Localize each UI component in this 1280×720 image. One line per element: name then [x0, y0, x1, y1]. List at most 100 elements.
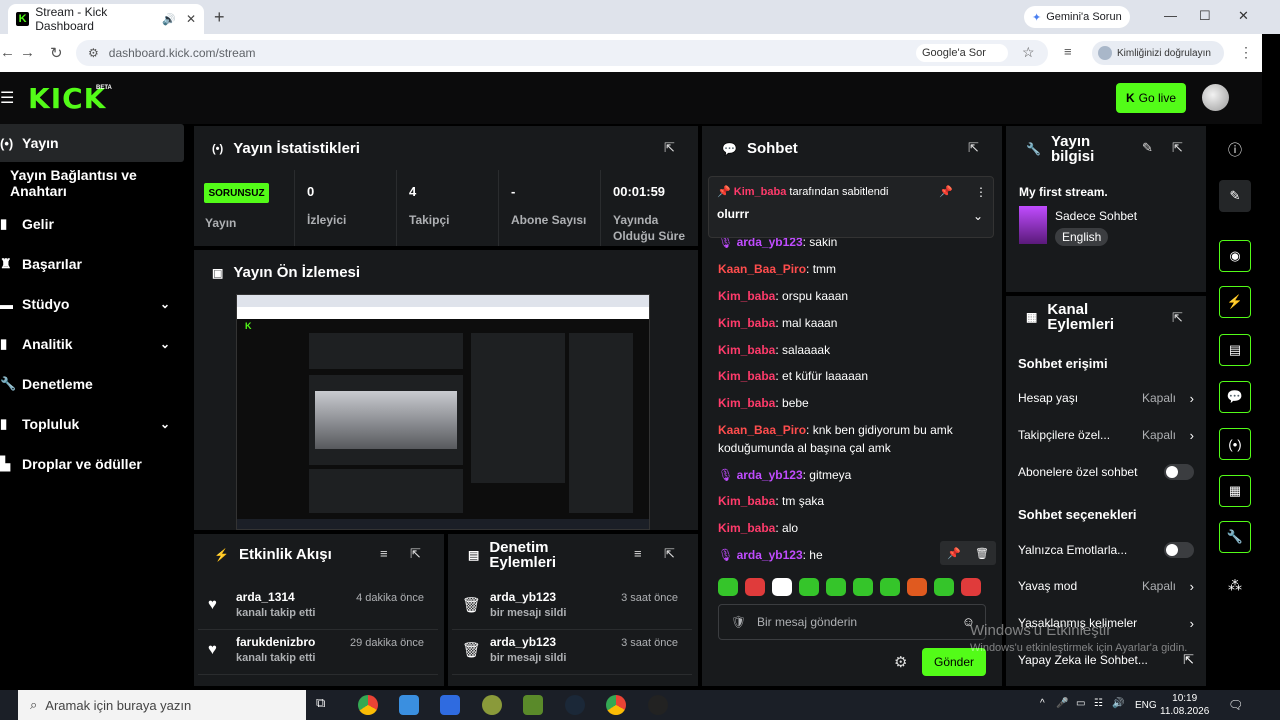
trash-icon[interactable]: 🗑 — [975, 547, 989, 560]
volume-icon[interactable]: 🔊 — [1112, 698, 1124, 709]
chat-username[interactable]: Kaan_Baa_Piro — [718, 262, 806, 276]
chat-username[interactable]: Kim_baba — [718, 289, 775, 303]
stream-preview-video[interactable]: K — [236, 294, 650, 530]
sidebar-item-basarilar[interactable]: ♜ Başarılar — [0, 245, 184, 283]
sidebar-item-stream-key[interactable]: Yayın Bağlantısı ve Anahtarı — [0, 164, 184, 202]
obs-icon[interactable] — [648, 695, 668, 715]
emote-icon[interactable] — [907, 578, 927, 596]
activity-user[interactable]: arda_1314 — [236, 590, 295, 604]
apps-icon[interactable]: ⁂ — [1228, 577, 1242, 594]
bookmark-star-icon[interactable]: ☆ — [1022, 44, 1035, 61]
gemini-button[interactable]: ✦ Gemini'a Sorun — [1024, 6, 1130, 28]
language-indicator[interactable]: ENG — [1135, 700, 1157, 711]
edit-layout-pencil-icon[interactable]: ✎ — [1219, 180, 1251, 212]
followers-only-row[interactable]: Takipçilere özel... Kapalı › — [1018, 427, 1194, 443]
channel-icon[interactable]: ▦ — [1219, 475, 1251, 507]
camera-icon[interactable]: ◉ — [1219, 240, 1251, 272]
chat-bubble-icon[interactable]: 💬 — [1219, 381, 1251, 413]
sidebar-item-gelir[interactable]: ▮ Gelir — [0, 205, 184, 243]
expand-icon[interactable]: ⇱ — [410, 546, 421, 562]
sidebar-item-studyo[interactable]: ▬ Stüdyo ⌄ — [0, 285, 184, 323]
site-info-icon[interactable]: ⚙ — [88, 46, 99, 60]
steam-icon[interactable] — [565, 695, 585, 715]
info-icon[interactable]: ⓘ — [1228, 140, 1242, 160]
app-icon[interactable] — [482, 695, 502, 715]
pinned-by-user[interactable]: Kim_baba — [734, 186, 787, 198]
chat-username[interactable]: Kaan_Baa_Piro — [718, 423, 806, 437]
hamburger-menu-icon[interactable]: ☰ — [0, 88, 14, 108]
maximize-button[interactable]: ☐ — [1199, 8, 1211, 24]
chat-username[interactable]: arda_yb123 — [737, 548, 803, 562]
start-icon[interactable] — [0, 696, 14, 710]
notifications-icon[interactable]: 🗨 — [1228, 698, 1243, 712]
emote-icon[interactable] — [826, 578, 846, 596]
close-tab-icon[interactable]: ✕ — [186, 12, 196, 26]
close-window-button[interactable]: ✕ — [1238, 8, 1249, 24]
chat-username[interactable]: Kim_baba — [718, 316, 775, 330]
emote-icon[interactable] — [718, 578, 738, 596]
ai-chat-row[interactable]: Yapay Zeka ile Sohbet... ⇱ — [1018, 652, 1194, 668]
google-lens-button[interactable]: Google'a Sor — [916, 44, 1008, 62]
media-control-icon[interactable]: ≡ — [1064, 44, 1072, 59]
network-icon[interactable]: ☷ — [1094, 698, 1103, 709]
taskbar-search[interactable]: ⌕ Aramak için buraya yazın — [18, 690, 306, 720]
reload-icon[interactable]: ↻ — [50, 44, 63, 62]
unpin-icon[interactable]: 📌 — [939, 185, 953, 198]
expand-icon[interactable]: ⇱ — [968, 140, 979, 156]
kick-logo[interactable]: KICK — [28, 82, 106, 115]
minimize-button[interactable]: — — [1164, 8, 1177, 23]
mic-icon[interactable]: 🎤 — [1056, 698, 1068, 709]
browser-tab[interactable]: K Stream - Kick Dashboard 🔊 ✕ — [8, 4, 204, 34]
filter-icon[interactable]: ≡ — [380, 546, 388, 561]
forward-icon[interactable]: → — [20, 44, 35, 61]
chrome-icon[interactable] — [358, 695, 378, 715]
new-tab-button[interactable]: + — [214, 7, 225, 28]
back-icon[interactable]: ← — [0, 44, 15, 61]
emote-icon[interactable] — [799, 578, 819, 596]
emote-icon[interactable] — [772, 578, 792, 596]
user-avatar[interactable] — [1202, 84, 1229, 111]
address-bar[interactable]: ⚙ dashboard.kick.com/stream — [76, 40, 1048, 66]
chat-username[interactable]: arda_yb123 — [737, 468, 803, 482]
minecraft-icon[interactable] — [523, 695, 543, 715]
speaker-icon[interactable]: 🔊 — [162, 13, 176, 26]
moderation-user[interactable]: arda_yb123 — [490, 635, 556, 649]
emote-icon[interactable] — [745, 578, 765, 596]
lightning-icon[interactable]: ⚡ — [1219, 286, 1251, 318]
emote-icon[interactable] — [934, 578, 954, 596]
account-age-row[interactable]: Hesap yaşı Kapalı › — [1018, 390, 1194, 406]
sidebar-item-yayin[interactable]: (•) Yayın — [0, 124, 184, 162]
chat-username[interactable]: Kim_baba — [718, 343, 775, 357]
battery-icon[interactable]: ▭ — [1076, 698, 1085, 709]
clock[interactable]: 10:19 11.08.2026 — [1160, 692, 1209, 718]
broadcast-icon[interactable]: (•) — [1219, 428, 1251, 460]
sidebar-item-topluluk[interactable]: ▮ Topluluk ⌄ — [0, 405, 184, 443]
subs-only-toggle[interactable] — [1164, 464, 1194, 480]
emote-icon[interactable] — [853, 578, 873, 596]
browser-menu-icon[interactable]: ⋮ — [1239, 44, 1253, 61]
filter-icon[interactable]: ≡ — [634, 546, 642, 561]
expand-icon[interactable]: ⇱ — [1172, 140, 1183, 156]
chat-username[interactable]: Kim_baba — [718, 494, 775, 508]
go-live-button[interactable]: K Go live — [1116, 83, 1186, 113]
document-icon[interactable]: ▤ — [1219, 334, 1251, 366]
emote-icon[interactable] — [961, 578, 981, 596]
expand-icon[interactable]: ⇱ — [1172, 310, 1183, 326]
sidebar-item-analitik[interactable]: ▮ Analitik ⌄ — [0, 325, 184, 363]
slow-mode-row[interactable]: Yavaş mod Kapalı › — [1018, 578, 1194, 594]
edit-pencil-icon[interactable]: ✎ — [1142, 140, 1153, 156]
chat-username[interactable]: Kim_baba — [718, 396, 775, 410]
chat-settings-gear-icon[interactable]: ⚙ — [894, 653, 907, 671]
chrome-icon[interactable] — [606, 695, 626, 715]
emote-icon[interactable] — [880, 578, 900, 596]
sidebar-item-denetleme[interactable]: 🔧 Denetleme — [0, 365, 184, 403]
explorer-icon[interactable] — [399, 695, 419, 715]
more-options-icon[interactable]: ⋮ — [975, 185, 987, 199]
stream-category[interactable]: Sadece Sohbet — [1055, 209, 1137, 223]
emote-only-toggle[interactable] — [1164, 542, 1194, 558]
chat-username[interactable]: Kim_baba — [718, 521, 775, 535]
tray-chevron-icon[interactable]: ^ — [1040, 698, 1045, 709]
task-view-icon[interactable]: ⧉ — [316, 695, 336, 715]
activity-user[interactable]: farukdenizbro — [236, 635, 315, 649]
app-icon[interactable] — [440, 695, 460, 715]
